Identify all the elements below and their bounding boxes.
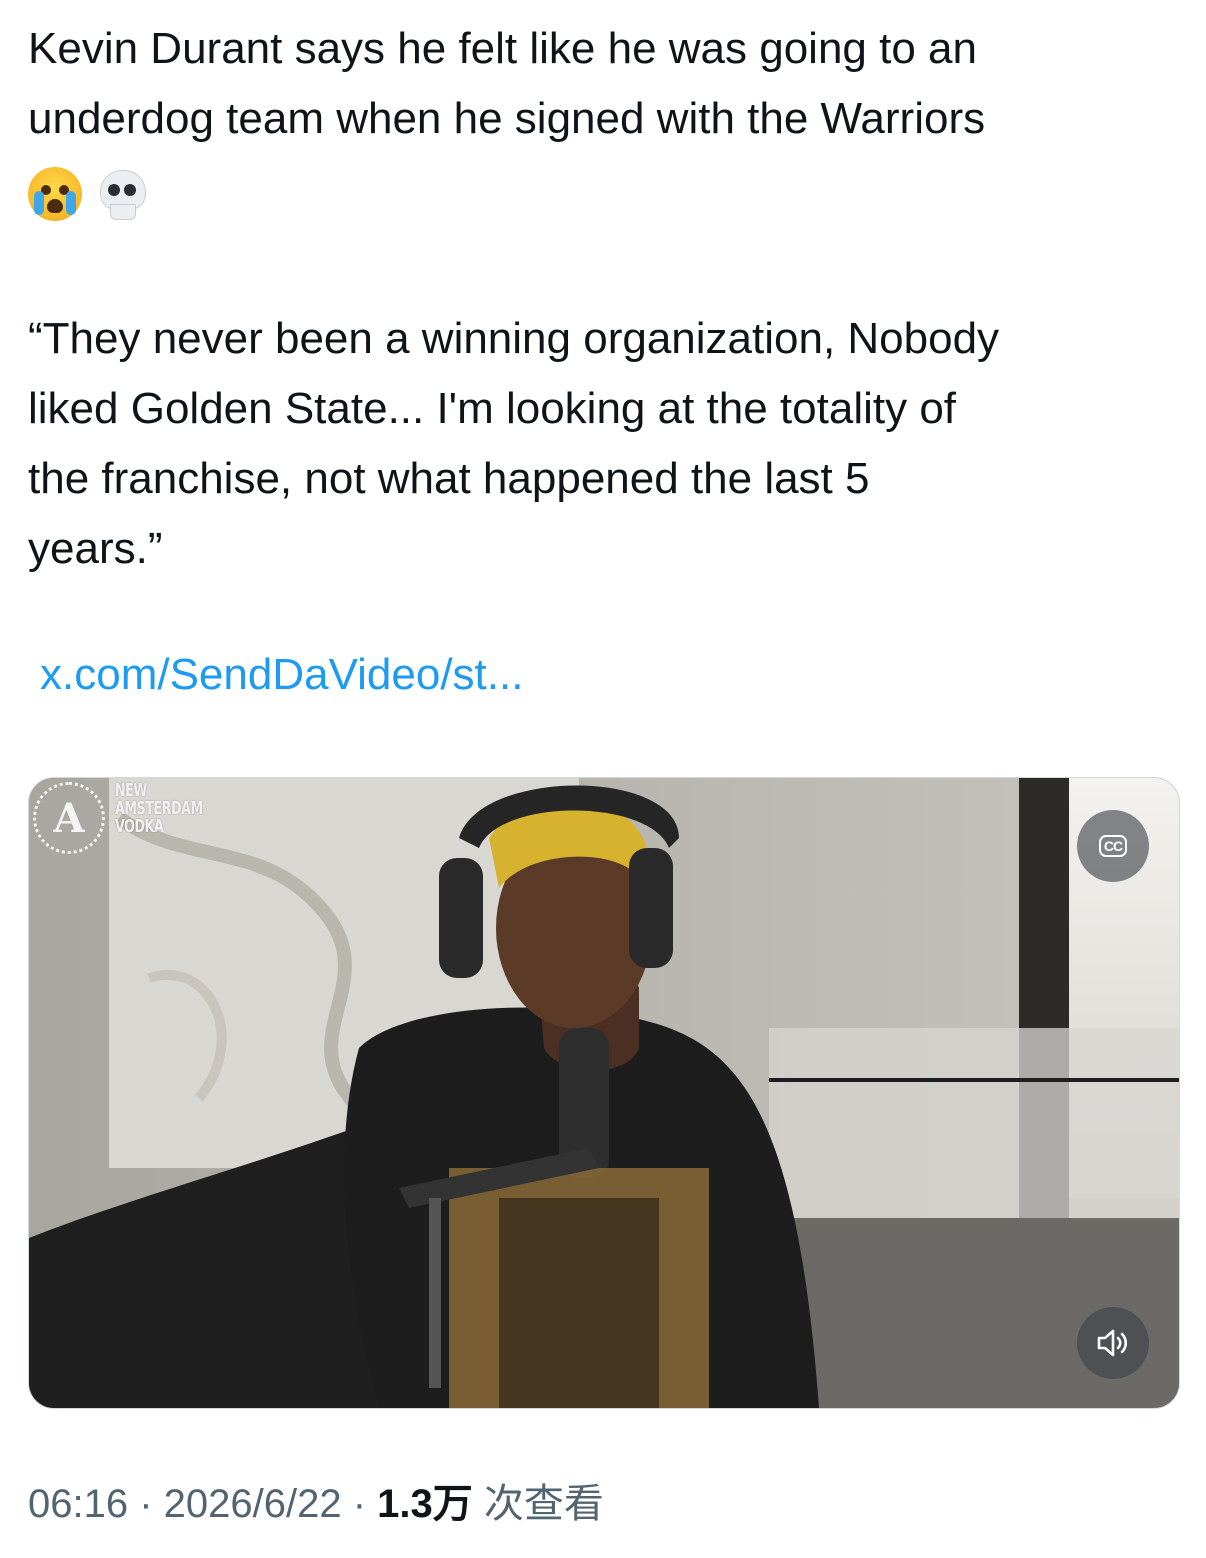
skull-icon xyxy=(98,168,146,220)
tweet-text: Kevin Durant says he felt like he was go… xyxy=(28,14,1168,584)
tweet-text-line: underdog team when he signed with the Wa… xyxy=(28,94,986,143)
quote-line: the franchise, not what happened the las… xyxy=(28,454,870,503)
tweet-meta: 06:16 · 2026/6/22 · 1.3万 次查看 xyxy=(28,1478,604,1530)
meta-separator: · xyxy=(128,1482,164,1526)
sponsor-watermark-text: NEW AMSTERDAM VODKA xyxy=(115,780,203,837)
tweet-text-line: Kevin Durant says he felt like he was go… xyxy=(28,24,977,73)
quote-line: years.” xyxy=(28,524,163,573)
view-label: 次查看 xyxy=(472,1482,604,1526)
quote-line: “They never been a winning organization,… xyxy=(28,314,1000,363)
video-frame xyxy=(29,778,1179,1408)
barstool-logo-icon: A xyxy=(33,782,105,854)
tweet-time[interactable]: 06:16 xyxy=(28,1482,128,1526)
loudly-crying-face-icon xyxy=(28,167,82,221)
meta-separator: · xyxy=(341,1482,378,1526)
quote-line: liked Golden State... I'm looking at the… xyxy=(28,384,957,433)
volume-button[interactable] xyxy=(1077,1307,1149,1379)
view-count: 1.3万 xyxy=(377,1482,473,1526)
tweet-date[interactable]: 2026/6/22 xyxy=(164,1482,342,1526)
video-player[interactable]: A NEW AMSTERDAM VODKA CC xyxy=(28,777,1180,1409)
closed-captions-icon: CC xyxy=(1098,835,1128,857)
emoji-row xyxy=(28,154,1168,234)
tweet-link[interactable]: x.com/SendDaVideo/st... xyxy=(40,642,523,708)
podcast-watermark: A NEW AMSTERDAM VODKA xyxy=(33,782,228,854)
volume-icon xyxy=(1097,1329,1128,1357)
closed-captions-button[interactable]: CC xyxy=(1077,810,1149,882)
